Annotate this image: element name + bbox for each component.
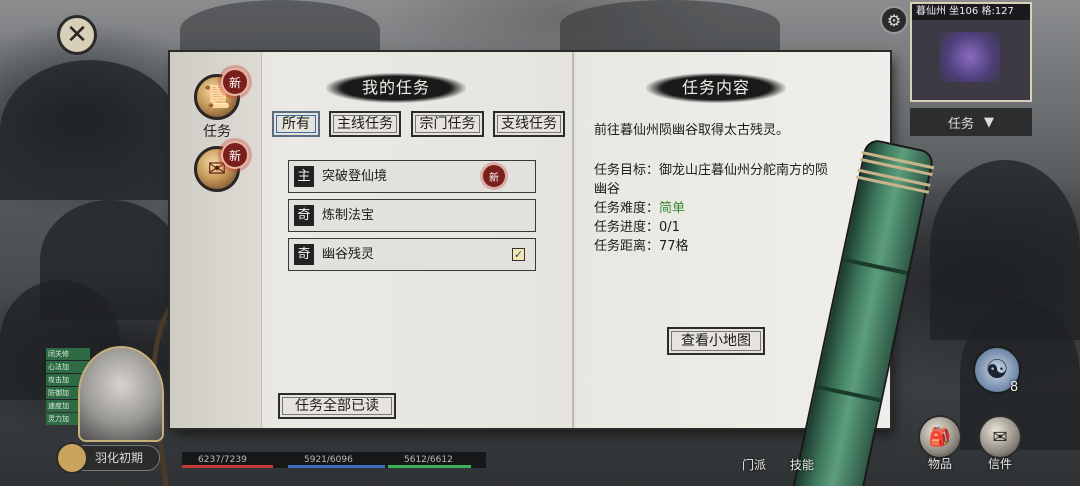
hero-avatar[interactable] [78,346,164,442]
bag-icon: 🎒 [928,426,952,448]
mission-tab-label: 任务 [947,116,974,132]
task-progress: 任务进度：0/1 [594,220,680,235]
exp-bar: 5612/6612 [388,452,486,468]
new-badge: 新 [483,165,505,187]
task-distance: 任务距离：77格 [594,239,689,254]
mp-value: 5921/6096 [304,455,353,465]
letters-button[interactable]: ✉ [978,415,1022,459]
mp-fill [288,465,385,468]
exp-fill [388,465,472,468]
filter-tab-main[interactable]: 主线任务 [329,111,401,137]
quest-row[interactable]: 奇 炼制法宝 [288,199,536,232]
items-label: 物品 [927,457,952,471]
task-content-title: 任务内容 [646,73,786,103]
quest-type-tag: 奇 [294,205,314,226]
skills-label[interactable]: 技能 [780,456,824,473]
task-description: 前往暮仙州陨幽谷取得太古残灵。 [594,123,790,138]
hp-fill [182,465,274,468]
tracked-checkbox[interactable]: ✓ [512,248,525,261]
close-button[interactable]: ✕ [57,15,97,55]
difficulty-value: 简单 [659,201,686,216]
task-goal-line1: 任务目标：御龙山庄暮仙州分舵南方的陨 [594,163,829,178]
letter-icon: ✉ [992,426,1008,448]
exp-value: 5612/6612 [404,455,453,465]
filter-tab-side[interactable]: 支线任务 [493,111,565,137]
quest-name: 幽谷残灵 [322,247,375,262]
quest-row[interactable]: 奇 幽谷残灵 ✓ [288,238,536,271]
new-badge: 新 [221,68,249,96]
taiji-count: 8 [1010,380,1019,395]
difficulty-label: 任务难度： [594,201,660,216]
minimap[interactable]: 暮仙州 坐106 格:127 [910,2,1032,102]
task-goal-line2: 幽谷 [594,182,621,197]
quest-name: 炼制法宝 [322,208,375,223]
buff-pill: 闭关修 [46,348,90,360]
realm-icon [56,442,88,474]
quest-row[interactable]: 主 突破登仙境 新 [288,160,536,193]
items-button[interactable]: 🎒 [918,415,962,459]
minimap-area [940,32,1000,82]
tasks-category-label: 任务 [203,124,231,140]
filter-tab-sect[interactable]: 宗门任务 [411,111,484,137]
sect-label[interactable]: 门派 [732,456,776,473]
quest-type-tag: 奇 [294,244,314,265]
new-badge: 新 [221,141,249,169]
hp-bar: 6237/7239 [182,452,288,468]
letters-label: 信件 [987,457,1012,471]
hp-value: 6237/7239 [198,455,247,465]
close-icon: ✕ [66,20,88,50]
chevron-down-icon: ▼ [984,114,994,130]
quest-type-tag: 主 [294,166,314,187]
filter-tab-all[interactable]: 所有 [272,111,320,137]
settings-gear-icon[interactable]: ⚙ [880,6,908,34]
view-minimap-button[interactable]: 查看小地图 [667,327,765,355]
minimap-title: 暮仙州 坐106 格:127 [912,4,1030,20]
quest-name: 突破登仙境 [322,169,388,184]
mp-bar: 5921/6096 [288,452,388,468]
task-difficulty: 任务难度：简单 [594,199,685,219]
mark-all-read-button[interactable]: 任务全部已读 [278,393,396,419]
mission-tracker-tab[interactable]: 任务 ▼ [910,108,1032,136]
my-tasks-title: 我的任务 [326,73,466,103]
